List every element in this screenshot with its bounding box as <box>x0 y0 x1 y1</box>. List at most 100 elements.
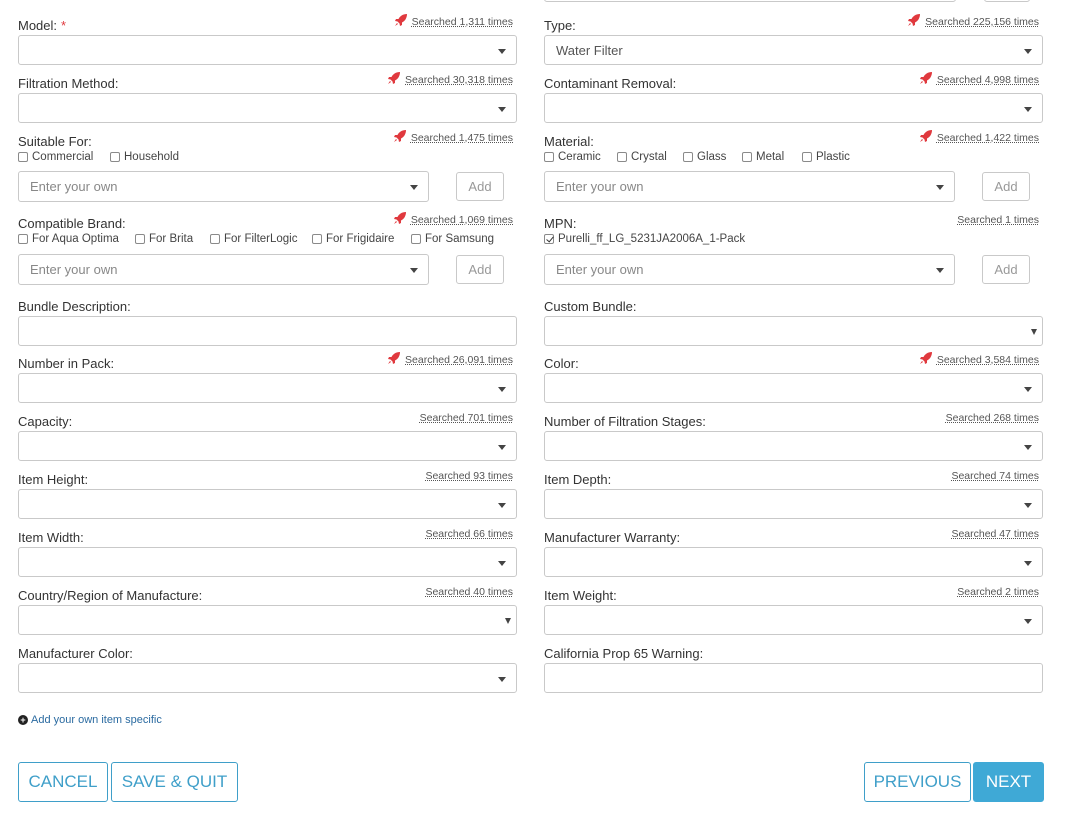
checkbox-label: For FilterLogic <box>224 233 298 245</box>
checkbox-household[interactable]: Household <box>110 151 179 163</box>
manufacturer-warranty-select[interactable] <box>544 547 1043 577</box>
checkbox-box[interactable] <box>210 234 220 244</box>
rocket-icon <box>919 352 932 365</box>
bundle-description-label: Bundle Description: <box>18 299 131 314</box>
chevron-down-icon <box>1024 503 1032 508</box>
manufacturer-color-select[interactable] <box>18 663 517 693</box>
checkbox-box[interactable] <box>411 234 421 244</box>
checkbox-filterlogic[interactable]: For FilterLogic <box>210 233 298 245</box>
search-count: Searched 1,422 times <box>919 130 1039 145</box>
cancel-button[interactable]: CANCEL <box>18 762 108 802</box>
rocket-icon <box>394 14 407 27</box>
search-count: Searched 268 times <box>945 412 1039 424</box>
checkbox-brita[interactable]: For Brita <box>135 233 193 245</box>
item-width-select[interactable] <box>18 547 517 577</box>
mpn-label: MPN: <box>544 216 577 231</box>
california-prop65-input[interactable] <box>544 663 1043 693</box>
previous-button[interactable]: PREVIOUS <box>864 762 971 802</box>
checkbox-label: Glass <box>697 151 727 163</box>
search-count: Searched 1,311 times <box>394 14 513 29</box>
checkbox-box[interactable] <box>802 152 812 162</box>
item-weight-label: Item Weight: <box>544 588 617 603</box>
chevron-down-icon <box>410 268 418 273</box>
checkbox-box[interactable] <box>135 234 145 244</box>
search-count: Searched 30,318 times <box>387 72 513 87</box>
checkbox-aqua-optima[interactable]: For Aqua Optima <box>18 233 119 245</box>
checkbox-plastic[interactable]: Plastic <box>802 151 850 163</box>
mpn-add-button[interactable]: Add <box>982 255 1030 284</box>
contaminant-removal-select[interactable] <box>544 93 1043 123</box>
filtration-method-select[interactable] <box>18 93 517 123</box>
custom-bundle-field: Custom Bundle: <box>544 298 1043 346</box>
item-depth-select[interactable] <box>544 489 1043 519</box>
rocket-icon <box>388 352 401 365</box>
item-weight-select[interactable] <box>544 605 1043 635</box>
checkbox-frigidaire[interactable]: For Frigidaire <box>312 233 394 245</box>
checkbox-mpn-option[interactable]: Purelli_ff_LG_5231JA2006A_1-Pack <box>544 233 745 245</box>
material-add-button[interactable]: Add <box>982 172 1030 201</box>
suitable-for-add-button[interactable]: Add <box>456 172 504 201</box>
checkbox-ceramic[interactable]: Ceramic <box>544 151 601 163</box>
rocket-icon <box>388 72 401 85</box>
placeholder: Enter your own <box>556 262 644 277</box>
chevron-down-icon <box>498 503 506 508</box>
checkbox-box[interactable] <box>18 234 28 244</box>
checkbox-label: For Aqua Optima <box>32 233 119 245</box>
checkbox-crystal[interactable]: Crystal <box>617 151 667 163</box>
material-field: Material: Searched 1,422 times Ceramic C… <box>544 130 1043 203</box>
placeholder: Enter your own <box>30 179 118 194</box>
type-select[interactable]: Water Filter <box>544 35 1043 65</box>
save-quit-button[interactable]: SAVE & QUIT <box>111 762 238 802</box>
number-in-pack-select[interactable] <box>18 373 517 403</box>
manufacturer-warranty-label: Manufacturer Warranty: <box>544 530 681 545</box>
suitable-for-own-input[interactable]: Enter your own <box>18 171 429 202</box>
filtration-method-label: Filtration Method: <box>18 76 119 91</box>
type-label: Type: <box>544 18 576 33</box>
checkbox-box[interactable] <box>617 152 627 162</box>
model-select[interactable] <box>18 35 517 65</box>
material-label: Material: <box>544 134 594 149</box>
required-marker: * <box>61 18 67 33</box>
chevron-down-icon <box>498 677 506 682</box>
search-count: Searched 701 times <box>419 412 513 424</box>
filtration-stages-select[interactable] <box>544 431 1043 461</box>
checkbox-box[interactable] <box>18 152 28 162</box>
mpn-field: MPN: Searched 1 times Purelli_ff_LG_5231… <box>544 214 1043 286</box>
material-own-input[interactable]: Enter your own <box>544 171 955 202</box>
mpn-own-input[interactable]: Enter your own <box>544 254 955 285</box>
checkbox-box[interactable] <box>312 234 322 244</box>
checkbox-samsung[interactable]: For Samsung <box>411 233 494 245</box>
checkbox-box[interactable] <box>742 152 752 162</box>
number-in-pack-field: Number in Pack: Searched 26,091 times <box>18 352 517 403</box>
suitable-for-label: Suitable For: <box>18 134 92 149</box>
item-width-label: Item Width: <box>18 530 84 545</box>
country-select[interactable] <box>18 605 517 635</box>
item-width-field: Item Width: Searched 66 times <box>18 528 517 577</box>
bundle-description-input[interactable] <box>18 316 517 346</box>
custom-bundle-select[interactable] <box>544 316 1043 346</box>
next-button[interactable]: NEXT <box>973 762 1044 802</box>
checkbox-box[interactable] <box>544 152 554 162</box>
checkbox-box[interactable] <box>110 152 120 162</box>
checkbox-commercial[interactable]: Commercial <box>18 151 93 163</box>
contaminant-removal-field: Contaminant Removal: Searched 4,998 time… <box>544 72 1043 123</box>
checkbox-box[interactable] <box>544 234 554 244</box>
capacity-label: Capacity: <box>18 414 73 429</box>
compatible-brand-own-input[interactable]: Enter your own <box>18 254 429 285</box>
add-item-specific-label: Add your own item specific <box>31 714 162 726</box>
rocket-icon <box>393 212 406 225</box>
chevron-down-icon <box>1024 445 1032 450</box>
checkbox-metal[interactable]: Metal <box>742 151 784 163</box>
color-select[interactable] <box>544 373 1043 403</box>
checkbox-box[interactable] <box>683 152 693 162</box>
rocket-icon <box>393 130 406 143</box>
color-label: Color: <box>544 356 579 371</box>
chevron-down-icon <box>936 185 944 190</box>
item-depth-field: Item Depth: Searched 74 times <box>544 470 1043 519</box>
checkbox-glass[interactable]: Glass <box>683 151 726 163</box>
item-height-select[interactable] <box>18 489 517 519</box>
chevron-down-icon <box>1024 561 1032 566</box>
add-item-specific-link[interactable]: + Add your own item specific <box>18 714 162 726</box>
capacity-select[interactable] <box>18 431 517 461</box>
compatible-brand-add-button[interactable]: Add <box>456 255 504 284</box>
